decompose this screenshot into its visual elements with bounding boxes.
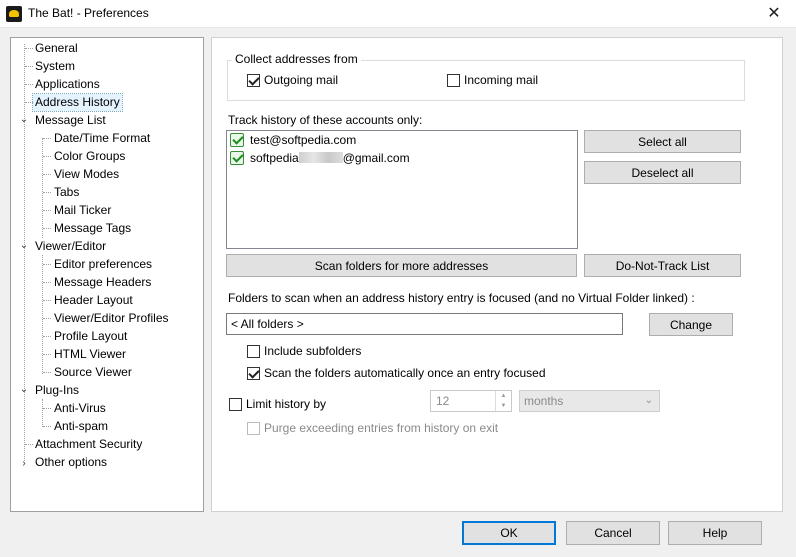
accounts-list[interactable]: test@softpedia.com softpedia @gmail.com bbox=[226, 130, 578, 249]
purge-entries-label: Purge exceeding entries from history on … bbox=[264, 421, 499, 435]
tree-item-applications[interactable]: Applications bbox=[33, 76, 102, 93]
outgoing-mail-checkbox[interactable] bbox=[247, 74, 260, 87]
change-button[interactable]: Change bbox=[649, 313, 733, 336]
tree-connector bbox=[43, 210, 51, 211]
scan-automatically-label: Scan the folders automatically once an e… bbox=[264, 366, 546, 380]
deselect-all-button[interactable]: Deselect all bbox=[584, 161, 741, 184]
tree-connector bbox=[25, 102, 33, 103]
account-name: softpedia @gmail.com bbox=[250, 151, 410, 165]
address-history-panel: Collect addresses from Outgoing mail Inc… bbox=[211, 37, 783, 512]
tree-item-source-viewer[interactable]: Source Viewer bbox=[52, 364, 134, 381]
tree-connector bbox=[43, 228, 51, 229]
scan-folders-button[interactable]: Scan folders for more addresses bbox=[226, 254, 577, 277]
track-history-label: Track history of these accounts only: bbox=[228, 113, 423, 127]
tree-item-other-options[interactable]: Other options bbox=[33, 454, 109, 471]
purge-entries-checkbox[interactable] bbox=[247, 422, 260, 435]
folders-field[interactable]: < All folders > bbox=[226, 313, 623, 335]
tree-item-viewer-editor[interactable]: Viewer/Editor bbox=[33, 238, 108, 255]
ok-button[interactable]: OK bbox=[462, 521, 556, 545]
tree-item-message-tags[interactable]: Message Tags bbox=[52, 220, 133, 237]
tree-connector bbox=[25, 444, 33, 445]
tree-connector bbox=[43, 264, 51, 265]
tree-item-general[interactable]: General bbox=[33, 40, 80, 57]
redacted-blur bbox=[298, 152, 343, 163]
tree-item-message-list[interactable]: Message List bbox=[33, 112, 108, 129]
tree-item-editor-preferences[interactable]: Editor preferences bbox=[52, 256, 154, 273]
window-title: The Bat! - Preferences bbox=[28, 6, 149, 20]
limit-unit-value: months bbox=[524, 394, 564, 408]
preferences-tree[interactable]: ⌄ ⌄ ⌄ › General System Applications Addr… bbox=[10, 37, 204, 512]
tree-connector bbox=[43, 138, 51, 139]
tree-item-attachment-security[interactable]: Attachment Security bbox=[33, 436, 144, 453]
tree-connector bbox=[25, 48, 33, 49]
tree-connector bbox=[42, 138, 43, 238]
tree-item-viewer-editor-profiles[interactable]: Viewer/Editor Profiles bbox=[52, 310, 171, 327]
tree-item-header-layout[interactable]: Header Layout bbox=[52, 292, 135, 309]
tree-item-system[interactable]: System bbox=[33, 58, 77, 75]
include-subfolders-checkbox[interactable] bbox=[247, 345, 260, 358]
tree-connector bbox=[43, 372, 51, 373]
tree-item-plug-ins[interactable]: Plug-Ins bbox=[33, 382, 81, 399]
tree-connector bbox=[43, 300, 51, 301]
spinner-arrows-icon[interactable]: ▲ ▼ bbox=[495, 391, 511, 411]
tree-connector bbox=[43, 174, 51, 175]
tree-connector bbox=[43, 426, 51, 427]
collapse-chevron-icon[interactable]: ⌄ bbox=[19, 115, 29, 125]
tree-item-date-time-format[interactable]: Date/Time Format bbox=[52, 130, 152, 147]
tree-connector bbox=[43, 156, 51, 157]
incoming-mail-label: Incoming mail bbox=[464, 73, 539, 87]
do-not-track-list-button[interactable]: Do-Not-Track List bbox=[584, 254, 741, 277]
help-button[interactable]: Help bbox=[668, 521, 762, 545]
limit-value-spinner[interactable]: 12 ▲ ▼ bbox=[430, 390, 512, 412]
cancel-button[interactable]: Cancel bbox=[566, 521, 660, 545]
outgoing-mail-label: Outgoing mail bbox=[264, 73, 339, 87]
limit-value: 12 bbox=[436, 394, 450, 408]
tree-connector bbox=[43, 354, 51, 355]
tree-connector bbox=[25, 84, 33, 85]
title-bar: The Bat! - Preferences ✕ bbox=[0, 0, 796, 28]
scan-automatically-checkbox[interactable] bbox=[247, 367, 260, 380]
collapse-chevron-icon[interactable]: ⌄ bbox=[19, 241, 29, 251]
tree-item-anti-virus[interactable]: Anti-Virus bbox=[52, 400, 108, 417]
account-checked-icon[interactable] bbox=[230, 133, 244, 147]
tree-item-mail-ticker[interactable]: Mail Ticker bbox=[52, 202, 113, 219]
account-name: test@softpedia.com bbox=[250, 133, 357, 147]
tree-connector bbox=[25, 66, 33, 67]
incoming-mail-checkbox[interactable] bbox=[447, 74, 460, 87]
bat-app-icon bbox=[6, 6, 22, 22]
tree-connector bbox=[43, 192, 51, 193]
tree-connector bbox=[42, 399, 43, 427]
limit-unit-select[interactable]: months ⌄ bbox=[519, 390, 660, 412]
tree-item-message-headers[interactable]: Message Headers bbox=[52, 274, 153, 291]
tree-item-html-viewer[interactable]: HTML Viewer bbox=[52, 346, 128, 363]
tree-connector bbox=[43, 318, 51, 319]
collapse-chevron-icon[interactable]: ⌄ bbox=[19, 385, 29, 395]
account-checked-icon[interactable] bbox=[230, 151, 244, 165]
close-icon[interactable]: ✕ bbox=[764, 3, 784, 23]
tree-item-address-history[interactable]: Address History bbox=[32, 93, 123, 112]
include-subfolders-label: Include subfolders bbox=[264, 344, 362, 358]
tree-connector bbox=[42, 255, 43, 374]
select-all-button[interactable]: Select all bbox=[584, 130, 741, 153]
tree-item-profile-layout[interactable]: Profile Layout bbox=[52, 328, 129, 345]
tree-connector bbox=[43, 408, 51, 409]
folders-to-scan-label: Folders to scan when an address history … bbox=[228, 291, 695, 305]
chevron-down-icon: ⌄ bbox=[644, 395, 653, 406]
expand-chevron-icon[interactable]: › bbox=[19, 459, 29, 469]
collect-addresses-title: Collect addresses from bbox=[232, 52, 361, 66]
tree-connector bbox=[43, 282, 51, 283]
tree-connector bbox=[24, 44, 25, 461]
limit-history-label: Limit history by bbox=[246, 397, 327, 411]
tree-connector bbox=[43, 336, 51, 337]
tree-item-color-groups[interactable]: Color Groups bbox=[52, 148, 127, 165]
tree-item-view-modes[interactable]: View Modes bbox=[52, 166, 121, 183]
tree-item-tabs[interactable]: Tabs bbox=[52, 184, 81, 201]
tree-item-anti-spam[interactable]: Anti-spam bbox=[52, 418, 110, 435]
limit-history-checkbox[interactable] bbox=[229, 398, 242, 411]
